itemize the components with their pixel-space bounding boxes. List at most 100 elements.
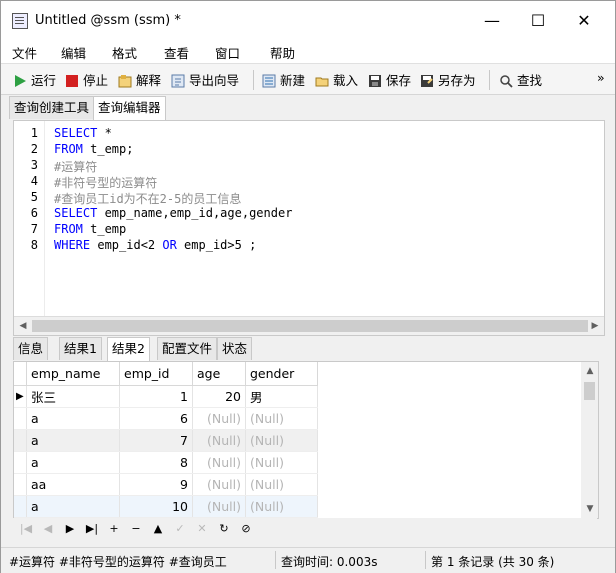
sql-text: emp_id>5 ; [176,238,257,252]
code-line: SELECT * [54,126,112,140]
cell-age[interactable]: (Null) [192,495,246,518]
first-record-icon[interactable]: |◀ [19,522,33,536]
toolbar-separator [489,70,490,90]
scrollbar-thumb[interactable] [584,382,595,400]
cell-age[interactable]: (Null) [192,451,246,474]
line-number: 5 [30,190,38,204]
cell-gender[interactable]: (Null) [245,429,318,452]
tab-status[interactable]: 状态 [217,337,253,360]
table-row[interactable]: a 10 (Null) (Null) [14,495,318,518]
cell-emp-id[interactable]: 1 [119,385,193,408]
table-row[interactable]: ▶ 张三 1 20 男 [14,385,318,408]
tab-query-builder[interactable]: 查询创建工具 [9,96,95,119]
stop-fetch-icon[interactable]: ⊘ [239,522,253,536]
table-header-row: emp_name emp_id age gender [14,362,318,386]
code-line: FROM t_emp [54,222,126,236]
menu-help[interactable]: 帮助 [270,43,295,62]
cell-emp-id[interactable]: 10 [119,495,193,518]
tab-query-editor[interactable]: 查询编辑器 [93,96,166,121]
last-record-icon[interactable]: ▶| [85,522,99,536]
toolbar-overflow-button[interactable]: » [597,70,605,88]
cell-emp-name[interactable]: a [26,429,120,452]
cell-age[interactable]: (Null) [192,473,246,496]
line-number: 2 [30,142,38,156]
save-label: 保存 [386,73,412,88]
save-button[interactable]: 保存 [368,70,411,88]
scroll-up-arrow-icon[interactable]: ▲ [583,364,597,378]
result-grid[interactable]: emp_name emp_id age gender ▶ 张三 1 20 男 a… [13,361,599,519]
add-record-icon[interactable]: + [107,522,121,536]
cancel-changes-icon[interactable]: ✕ [195,522,209,536]
table-row[interactable]: a 7 (Null) (Null) [14,429,318,452]
scroll-right-arrow-icon[interactable]: ▶ [588,319,602,333]
column-header[interactable]: emp_name [26,362,120,386]
cell-age[interactable]: (Null) [192,429,246,452]
menu-format[interactable]: 格式 [112,43,137,62]
scroll-left-arrow-icon[interactable]: ◀ [16,319,30,333]
cell-emp-id[interactable]: 6 [119,407,193,430]
tab-info[interactable]: 信息 [13,337,49,360]
previous-record-icon[interactable]: ◀ [41,522,55,536]
vertical-scrollbar[interactable]: ▲ ▼ [581,362,598,518]
play-icon [15,75,26,87]
menu-file[interactable]: 文件 [12,43,37,62]
column-header[interactable]: emp_id [119,362,193,386]
tab-result-1[interactable]: 结果1 [59,337,102,360]
new-query-icon [262,74,276,88]
tab-result-2[interactable]: 结果2 [107,337,150,362]
cell-gender[interactable]: 男 [245,385,318,408]
cell-emp-name[interactable]: a [26,495,120,518]
cell-emp-name[interactable]: a [26,451,120,474]
cell-emp-name[interactable]: 张三 [26,385,120,408]
cell-age[interactable]: (Null) [192,407,246,430]
save-as-button[interactable]: 另存为 [420,70,476,88]
scroll-down-arrow-icon[interactable]: ▼ [583,502,597,516]
find-button[interactable]: 查找 [499,70,542,88]
load-button[interactable]: 载入 [315,70,358,88]
cell-gender[interactable]: (Null) [245,407,318,430]
apply-changes-icon[interactable]: ✓ [173,522,187,536]
move-up-icon[interactable]: ▲ [151,522,165,536]
export-wizard-button[interactable]: 导出向导 [171,70,239,88]
menu-view[interactable]: 查看 [164,43,189,62]
maximize-button[interactable]: ☐ [515,7,561,35]
refresh-icon[interactable]: ↻ [217,522,231,536]
column-header[interactable]: gender [245,362,318,386]
cell-gender[interactable]: (Null) [245,473,318,496]
run-button[interactable]: 运行 [13,70,56,88]
delete-record-icon[interactable]: − [129,522,143,536]
stop-button[interactable]: 停止 [65,70,108,88]
sql-editor[interactable]: 1 2 3 4 5 6 7 8 SELECT * FROM t_emp; #运算… [13,120,605,336]
cell-emp-name[interactable]: a [26,407,120,430]
table-row[interactable]: aa 9 (Null) (Null) [14,473,318,496]
cell-gender[interactable]: (Null) [245,451,318,474]
new-button[interactable]: 新建 [262,70,305,88]
cell-emp-id[interactable]: 7 [119,429,193,452]
folder-icon [315,77,329,87]
table-row[interactable]: a 6 (Null) (Null) [14,407,318,430]
cell-gender[interactable]: (Null) [245,495,318,518]
menu-edit[interactable]: 编辑 [61,43,86,62]
stop-label: 停止 [83,73,109,88]
scrollbar-thumb[interactable] [32,320,588,332]
load-label: 载入 [333,73,359,88]
cell-emp-id[interactable]: 8 [119,451,193,474]
current-row-marker-icon: ▶ [14,385,27,408]
horizontal-scrollbar[interactable]: ◀ ▶ [14,316,604,335]
sql-keyword: WHERE [54,238,91,252]
cell-age[interactable]: 20 [192,385,246,408]
tab-profile[interactable]: 配置文件 [157,337,218,360]
explain-button[interactable]: 解释 [118,70,161,88]
column-header[interactable]: age [192,362,246,386]
table-row[interactable]: a 8 (Null) (Null) [14,451,318,474]
sql-keyword: FROM [54,142,83,156]
sql-keyword: FROM [54,222,83,236]
save-as-icon [421,75,433,87]
close-button[interactable]: ✕ [561,7,607,35]
menu-window[interactable]: 窗口 [215,43,240,62]
minimize-button[interactable]: — [469,7,515,35]
cell-emp-name[interactable]: aa [26,473,120,496]
result-table: emp_name emp_id age gender ▶ 张三 1 20 男 a… [14,362,318,518]
cell-emp-id[interactable]: 9 [119,473,193,496]
next-record-icon[interactable]: ▶ [63,522,77,536]
